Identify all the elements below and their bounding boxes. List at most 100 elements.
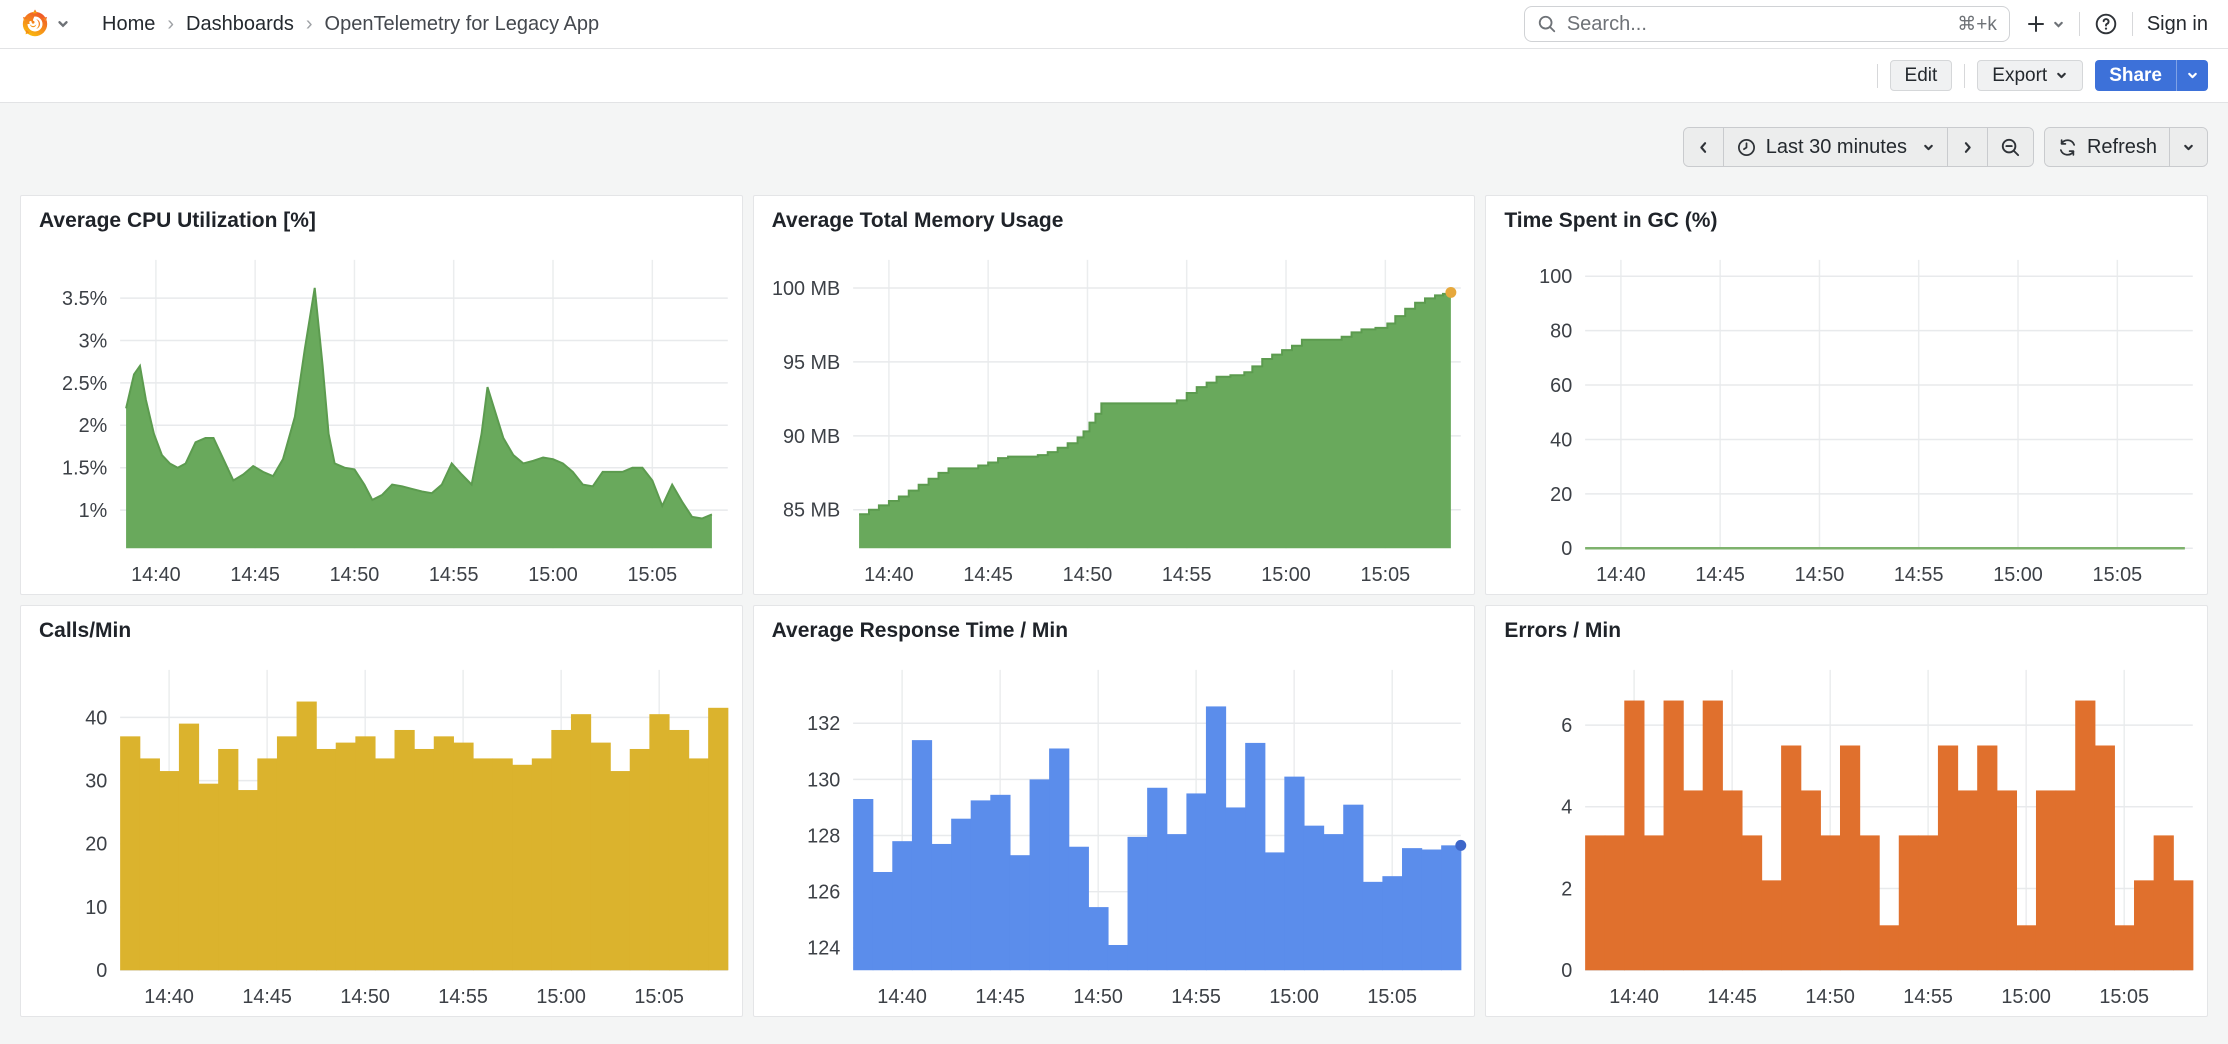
response-time-chart[interactable]: 14:40 14:45 14:50 14:55 15:00 15:05 124 126 128 1… <box>754 654 1475 1016</box>
svg-text:15:05: 15:05 <box>1360 564 1410 586</box>
org-switcher[interactable] <box>20 9 70 39</box>
svg-text:3%: 3% <box>79 330 108 352</box>
svg-text:14:50: 14:50 <box>1073 986 1123 1008</box>
svg-text:14:45: 14:45 <box>1708 986 1758 1008</box>
svg-text:90 MB: 90 MB <box>783 426 840 448</box>
time-shift-forward-button[interactable] <box>1947 128 1987 166</box>
svg-text:60: 60 <box>1551 375 1573 397</box>
panel-calls-per-min: Calls/Min 14:4014:4514:5014:5515:0015:05… <box>20 605 743 1017</box>
share-menu-button[interactable] <box>2176 60 2208 91</box>
svg-text:6: 6 <box>1562 715 1573 737</box>
panel-title[interactable]: Average CPU Utilization [%] <box>21 196 742 244</box>
add-new-button[interactable] <box>2024 12 2065 36</box>
svg-text:14:50: 14:50 <box>330 564 380 586</box>
svg-text:2.5%: 2.5% <box>62 373 107 395</box>
breadcrumb: Home › Dashboards › OpenTelemetry for Le… <box>102 13 599 36</box>
svg-text:14:50: 14:50 <box>1795 564 1845 586</box>
calls-per-min-chart[interactable]: 14:4014:4514:5014:5515:0015:05010203040 <box>21 654 742 1016</box>
time-range-group: Last 30 minutes <box>1683 127 2034 167</box>
svg-text:14:55: 14:55 <box>1171 986 1221 1008</box>
chevron-down-icon <box>1922 141 1935 154</box>
share-button[interactable]: Share <box>2095 60 2176 91</box>
svg-text:20: 20 <box>85 834 107 856</box>
divider <box>2132 12 2133 36</box>
svg-text:14:40: 14:40 <box>1596 564 1646 586</box>
chevron-down-icon <box>2186 69 2199 82</box>
svg-text:3.5%: 3.5% <box>62 288 107 310</box>
panel-title[interactable]: Errors / Min <box>1486 606 2207 654</box>
svg-text:130: 130 <box>807 769 840 791</box>
svg-text:14:45: 14:45 <box>975 986 1025 1008</box>
time-range-picker[interactable]: Last 30 minutes <box>1723 128 1947 166</box>
panel-title[interactable]: Average Response Time / Min <box>754 606 1475 654</box>
zoom-out-time-button[interactable] <box>1987 128 2033 166</box>
svg-text:0: 0 <box>96 960 107 982</box>
search-input[interactable] <box>1567 13 1947 36</box>
panel-title[interactable]: Calls/Min <box>21 606 742 654</box>
svg-text:128: 128 <box>807 825 840 847</box>
svg-text:132: 132 <box>807 713 840 735</box>
svg-text:14:45: 14:45 <box>230 564 280 586</box>
svg-text:14:40: 14:40 <box>131 564 181 586</box>
svg-text:14:40: 14:40 <box>877 986 927 1008</box>
top-nav: Home › Dashboards › OpenTelemetry for Le… <box>0 0 2228 49</box>
svg-text:124: 124 <box>807 938 840 960</box>
edit-button[interactable]: Edit <box>1890 60 1953 91</box>
plus-icon <box>2024 12 2048 36</box>
svg-text:14:55: 14:55 <box>1162 564 1212 586</box>
svg-text:15:05: 15:05 <box>1367 986 1417 1008</box>
svg-text:85 MB: 85 MB <box>783 500 840 522</box>
breadcrumb-dashboards[interactable]: Dashboards <box>186 13 294 36</box>
panel-title[interactable]: Time Spent in GC (%) <box>1486 196 2207 244</box>
export-label: Export <box>1992 65 2047 87</box>
svg-text:14:40: 14:40 <box>864 564 914 586</box>
chevron-down-icon <box>2052 18 2065 31</box>
search-shortcut: ⌘+k <box>1957 13 1997 36</box>
search-icon <box>1537 14 1557 34</box>
svg-text:15:05: 15:05 <box>2100 986 2150 1008</box>
errors-per-min-chart[interactable]: 14:4014:4514:5014:5515:0015:050246 <box>1486 654 2207 1016</box>
refresh-button[interactable]: Refresh <box>2045 128 2169 166</box>
svg-text:15:05: 15:05 <box>628 564 678 586</box>
svg-text:14:55: 14:55 <box>438 986 488 1008</box>
cpu-utilization-chart[interactable]: 14:4014:4514:5014:5515:0015:051%1.5%2%2.… <box>21 244 742 594</box>
svg-text:15:05: 15:05 <box>2093 564 2143 586</box>
sign-in-button[interactable]: Sign in <box>2147 13 2208 36</box>
svg-text:0: 0 <box>1562 960 1573 982</box>
breadcrumb-home[interactable]: Home <box>102 13 155 36</box>
svg-text:80: 80 <box>1551 321 1573 343</box>
time-controls: Last 30 minutes Refresh <box>0 127 2228 167</box>
svg-text:100: 100 <box>1540 266 1573 288</box>
divider <box>2079 12 2080 36</box>
zoom-out-icon <box>2000 137 2021 158</box>
svg-text:95 MB: 95 MB <box>783 352 840 374</box>
panel-cpu-utilization: Average CPU Utilization [%] 14:40 14:45 14… <box>20 195 743 595</box>
time-shift-back-button[interactable] <box>1684 128 1723 166</box>
clock-icon <box>1736 137 1757 158</box>
panel-grid: Average CPU Utilization [%] 14:4014:4514… <box>20 195 2208 1017</box>
search-box[interactable]: ⌘+k <box>1524 6 2010 42</box>
export-button[interactable]: Export <box>1977 60 2083 91</box>
svg-text:15:00: 15:00 <box>1261 564 1311 586</box>
divider <box>1877 64 1878 88</box>
chevron-left-icon <box>1696 140 1711 155</box>
svg-text:15:00: 15:00 <box>1269 986 1319 1008</box>
grafana-logo-icon <box>20 9 50 39</box>
svg-text:14:45: 14:45 <box>242 986 292 1008</box>
refresh-interval-button[interactable] <box>2169 128 2207 166</box>
svg-text:20: 20 <box>1551 484 1573 506</box>
svg-text:10: 10 <box>85 897 107 919</box>
svg-text:15:00: 15:00 <box>1994 564 2044 586</box>
svg-text:14:55: 14:55 <box>429 564 479 586</box>
chevron-down-icon <box>2055 69 2068 82</box>
memory-usage-chart[interactable]: 14:4014:4514:5014:5515:0015:0585 MB90 MB… <box>754 244 1475 594</box>
help-icon <box>2094 12 2118 36</box>
help-button[interactable] <box>2094 12 2118 36</box>
panel-title[interactable]: Average Total Memory Usage <box>754 196 1475 244</box>
gc-time-chart[interactable]: 14:4014:4514:5014:5515:0015:050204060801… <box>1486 244 2207 594</box>
svg-text:14:45: 14:45 <box>1696 564 1746 586</box>
svg-text:126: 126 <box>807 882 840 904</box>
panel-gc-time: Time Spent in GC (%) 14:4014:4514:5014:5… <box>1485 195 2208 595</box>
breadcrumb-current-dashboard: OpenTelemetry for Legacy App <box>325 13 600 36</box>
svg-text:40: 40 <box>1551 429 1573 451</box>
